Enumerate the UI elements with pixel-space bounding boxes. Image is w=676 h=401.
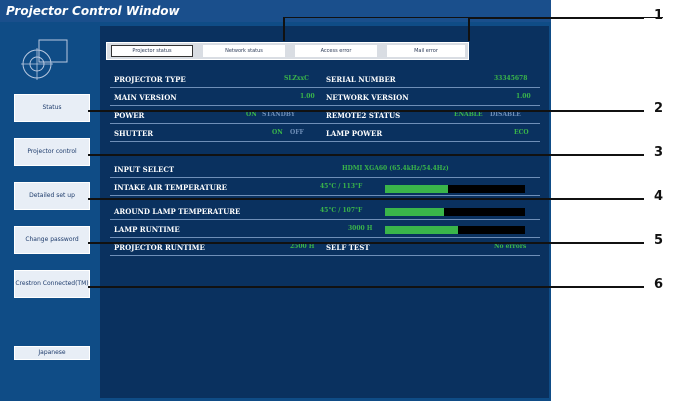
left-navigation-panel: Status Projector control Detailed set up…: [3, 24, 98, 398]
projector-type-label: PROJECTOR TYPE: [114, 75, 186, 84]
self-test-value: No errors: [494, 243, 527, 250]
callout-line-1-left: [283, 17, 285, 41]
callout-line-4: [88, 198, 644, 200]
callout-line-2: [88, 110, 644, 112]
callout-5: 5: [654, 233, 664, 248]
lamp-power-value: ECO: [514, 129, 529, 136]
projector-runtime-label: PROJECTOR RUNTIME: [114, 243, 205, 252]
nav-change-password-button[interactable]: Change password: [14, 226, 90, 254]
row-type-serial: PROJECTOR TYPE SLZxxC SERIAL NUMBER 3334…: [114, 75, 534, 87]
serial-number-value: 33345678: [494, 75, 528, 82]
intake-temp-meter-fill: [385, 185, 448, 193]
callout-2: 2: [654, 101, 664, 116]
row-shutter-lamp: SHUTTER ON OFF LAMP POWER ECO: [114, 129, 534, 141]
around-lamp-temp-meter: [385, 208, 525, 216]
intake-temp-label: INTAKE AIR TEMPERATURE: [114, 183, 227, 192]
row-divider: [110, 141, 540, 142]
tab-projector-status[interactable]: Projector status: [111, 45, 193, 57]
callout-4: 4: [654, 189, 664, 204]
nav-status-label: Status: [42, 104, 62, 112]
row-divider: [110, 195, 540, 196]
lamp-power-label: LAMP POWER: [326, 129, 383, 138]
tab-network-status-label: Network status: [225, 48, 263, 54]
callout-6: 6: [654, 277, 664, 292]
lamp-runtime-meter: [385, 226, 525, 234]
callout-line-6: [88, 286, 644, 288]
main-version-label: MAIN VERSION: [114, 93, 177, 102]
remote2-disable-value: DISABLE: [490, 111, 521, 118]
status-tabbar: Projector status Network status Access e…: [106, 42, 469, 60]
self-test-label: SELF TEST: [326, 243, 370, 252]
main-version-value: 1.00: [300, 93, 315, 100]
projector-logo-icon: [21, 39, 68, 80]
row-divider: [110, 87, 540, 88]
nav-crestron-connected-label: Crestron Connected(TM): [15, 280, 89, 288]
row-divider: [110, 177, 540, 178]
row-versions: MAIN VERSION 1.00 NETWORK VERSION 1.00: [114, 93, 534, 105]
around-lamp-temp-value: 45°C / 107°F: [320, 207, 363, 214]
remote2-status-label: REMOTE2 STATUS: [326, 111, 401, 120]
lamp-runtime-label: LAMP RUNTIME: [114, 225, 180, 234]
nav-change-password-label: Change password: [25, 236, 79, 244]
row-divider: [110, 123, 540, 124]
network-version-value: 1.00: [516, 93, 531, 100]
callout-line-1: [469, 17, 644, 19]
tab-access-error-label: Access error: [320, 48, 352, 54]
shutter-off-value: OFF: [290, 129, 304, 136]
input-select-label: INPUT SELECT: [114, 165, 175, 174]
nav-detailed-setup-button[interactable]: Detailed set up: [14, 182, 90, 210]
remote2-enable-value: ENABLE: [454, 111, 483, 118]
nav-language-label: Japanese: [38, 349, 66, 357]
callout-line-3: [88, 154, 644, 156]
tab-mail-error[interactable]: Mail error: [387, 45, 465, 57]
callout-3: 3: [654, 145, 664, 160]
nav-crestron-connected-button[interactable]: Crestron Connected(TM): [14, 270, 90, 298]
row-divider: [110, 237, 540, 238]
callout-1: 1: [654, 8, 664, 23]
intake-temp-meter: [385, 185, 525, 193]
shutter-on-value: ON: [272, 129, 283, 136]
nav-projector-control-label: Projector control: [27, 148, 77, 156]
projector-control-window: Projector Control Window Status Projecto…: [0, 0, 551, 401]
power-standby-value: STANDBY: [262, 111, 296, 118]
nav-status-button[interactable]: Status: [14, 94, 90, 122]
callout-line-1-right: [468, 17, 470, 41]
row-divider: [110, 219, 540, 220]
power-label: POWER: [114, 111, 145, 120]
nav-language-button[interactable]: Japanese: [14, 346, 90, 360]
input-select-value: HDMI XGA60 (65.4kHz/54.4Hz): [342, 165, 449, 172]
row-input-select: INPUT SELECT HDMI XGA60 (65.4kHz/54.4Hz): [114, 165, 534, 177]
lamp-runtime-meter-fill: [385, 226, 458, 234]
tab-access-error[interactable]: Access error: [295, 45, 377, 57]
nav-projector-control-button[interactable]: Projector control: [14, 138, 90, 166]
status-content-panel: Projector status Network status Access e…: [100, 26, 549, 398]
serial-number-label: SERIAL NUMBER: [326, 75, 396, 84]
intake-temp-value: 45°C / 113°F: [320, 183, 363, 190]
nav-detailed-setup-label: Detailed set up: [29, 192, 75, 200]
lamp-runtime-value: 3000 H: [348, 225, 373, 232]
around-lamp-temp-meter-fill: [385, 208, 444, 216]
row-divider: [110, 105, 540, 106]
row-divider: [110, 255, 540, 256]
projector-runtime-value: 2500 H: [290, 243, 315, 250]
tab-projector-status-label: Projector status: [132, 48, 172, 54]
row-power-remote: POWER ON STANDBY REMOTE2 STATUS ENABLE D…: [114, 111, 534, 123]
callout-line-5: [88, 242, 644, 244]
tab-network-status[interactable]: Network status: [203, 45, 285, 57]
tab-mail-error-label: Mail error: [414, 48, 438, 54]
around-lamp-temp-label: AROUND LAMP TEMPERATURE: [114, 207, 241, 216]
network-version-label: NETWORK VERSION: [326, 93, 409, 102]
shutter-label: SHUTTER: [114, 129, 154, 138]
row-runtime-selftest: PROJECTOR RUNTIME 2500 H SELF TEST No er…: [114, 243, 534, 255]
projector-type-value: SLZxxC: [284, 75, 309, 82]
power-on-value: ON: [246, 111, 257, 118]
